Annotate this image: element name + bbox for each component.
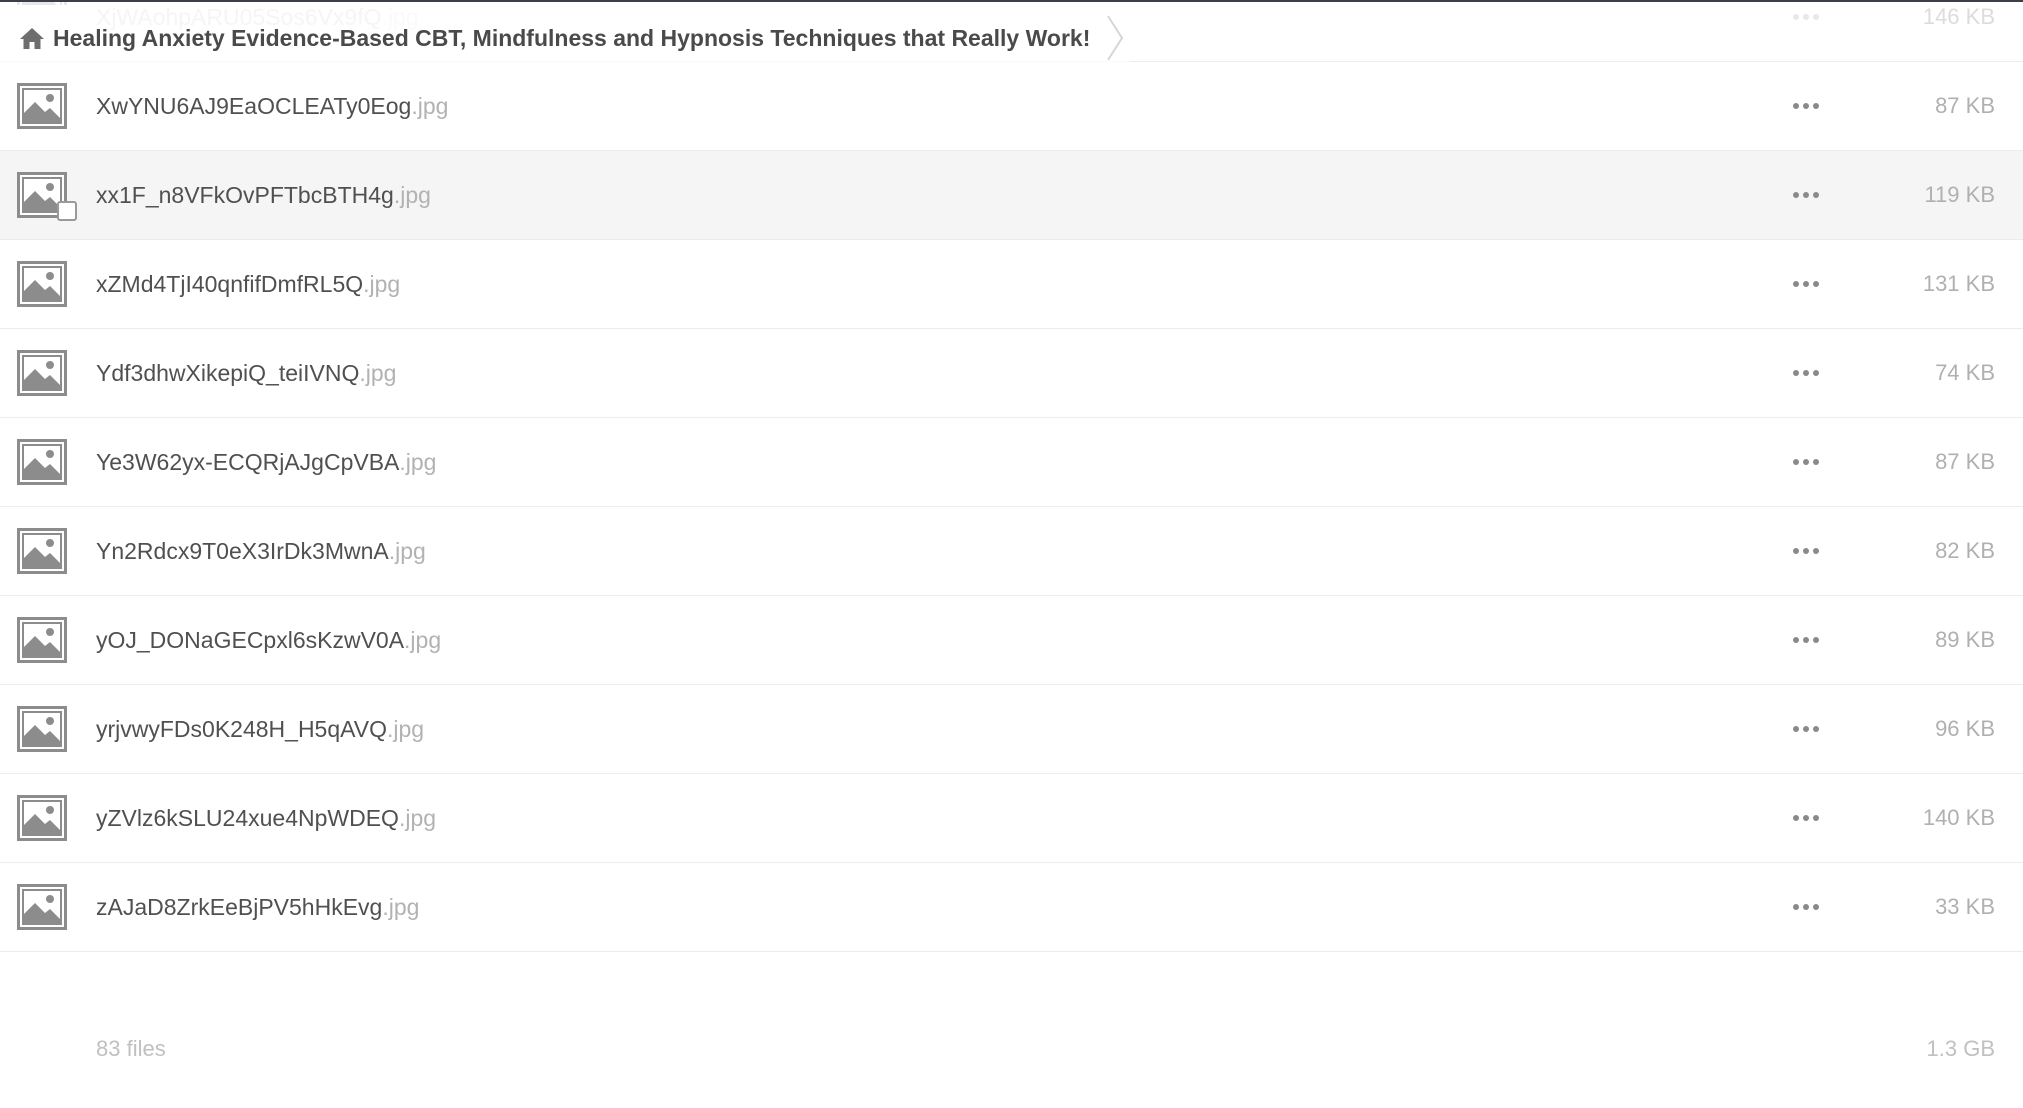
file-extension: .jpg bbox=[399, 449, 437, 475]
file-row[interactable]: XwYNU6AJ9EaOCLEATy0Eog.jpg 87 KB bbox=[0, 62, 2023, 151]
image-file-icon bbox=[17, 350, 67, 396]
image-file-icon bbox=[17, 439, 67, 485]
file-extension: .jpg bbox=[411, 93, 449, 119]
file-name[interactable]: yZVlz6kSLU24xue4NpWDEQ.jpg bbox=[96, 774, 436, 862]
file-size: 33 KB bbox=[1935, 894, 1995, 919]
file-extension: .jpg bbox=[393, 182, 431, 208]
list-summary: 83 files 1.3 GB bbox=[0, 1000, 2023, 1108]
file-size: 146 KB bbox=[1922, 4, 1995, 29]
file-list: XjWAohpARU05Sos6Vx9fQ.jpg146 KBXwYNU6AJ9… bbox=[0, 0, 2023, 952]
file-name-base: Ydf3dhwXikepiQ_teiIVNQ bbox=[96, 360, 360, 386]
image-file-icon bbox=[17, 706, 67, 752]
file-extension: .jpg bbox=[363, 271, 401, 297]
file-name[interactable]: Ydf3dhwXikepiQ_teiIVNQ.jpg bbox=[96, 329, 396, 417]
file-name-base: zAJaD8ZrkEeBjPV5hHkEvg bbox=[96, 894, 383, 920]
more-options-icon[interactable] bbox=[1788, 863, 1824, 951]
file-name-base: yZVlz6kSLU24xue4NpWDEQ bbox=[96, 805, 399, 831]
more-options-icon[interactable] bbox=[1788, 0, 1824, 61]
file-name-base: yOJ_DONaGECpxl6sKzwV0A bbox=[96, 627, 405, 653]
image-file-icon bbox=[17, 83, 67, 129]
file-size: 87 KB bbox=[1935, 449, 1995, 474]
file-extension: .jpg bbox=[387, 716, 425, 742]
file-size: 82 KB bbox=[1935, 538, 1995, 563]
breadcrumb-item-folder[interactable]: Healing Anxiety Evidence-Based CBT, Mind… bbox=[0, 2, 1131, 74]
file-name-base: xx1F_n8VFkOvPFTbcBTH4g bbox=[96, 182, 394, 208]
file-row[interactable]: Ye3W62yx-ECQRjAJgCpVBA.jpg 87 KB bbox=[0, 418, 2023, 507]
file-extension: .jpg bbox=[382, 894, 420, 920]
image-file-icon bbox=[17, 617, 67, 663]
file-row[interactable]: yOJ_DONaGECpxl6sKzwV0A.jpg 89 KB bbox=[0, 596, 2023, 685]
file-name[interactable]: zAJaD8ZrkEeBjPV5hHkEvg.jpg bbox=[96, 863, 419, 951]
image-file-icon bbox=[17, 795, 67, 841]
file-name-base: xZMd4TjI40qnfifDmfRL5Q bbox=[96, 271, 364, 297]
more-options-icon[interactable] bbox=[1788, 596, 1824, 684]
breadcrumb-title[interactable]: Healing Anxiety Evidence-Based CBT, Mind… bbox=[53, 25, 1090, 52]
more-options-icon[interactable] bbox=[1788, 62, 1824, 150]
file-size: 140 KB bbox=[1922, 805, 1995, 830]
more-options-icon[interactable] bbox=[1788, 418, 1824, 506]
total-size: 1.3 GB bbox=[1926, 1036, 1995, 1061]
file-name[interactable]: yrjvwyFDs0K248H_H5qAVQ.jpg bbox=[96, 685, 424, 773]
file-size: 89 KB bbox=[1935, 627, 1995, 652]
file-count: 83 files bbox=[96, 1036, 166, 1061]
file-name-base: Ye3W62yx-ECQRjAJgCpVBA bbox=[96, 449, 400, 475]
more-options-icon[interactable] bbox=[1788, 685, 1824, 773]
chevron-right-icon bbox=[1107, 15, 1124, 61]
file-name[interactable]: yOJ_DONaGECpxl6sKzwV0A.jpg bbox=[96, 596, 441, 684]
file-size: 96 KB bbox=[1935, 716, 1995, 741]
file-size: 131 KB bbox=[1922, 271, 1995, 296]
file-row[interactable]: Yn2Rdcx9T0eX3IrDk3MwnA.jpg 82 KB bbox=[0, 507, 2023, 596]
file-name-base: XwYNU6AJ9EaOCLEATy0Eog bbox=[96, 93, 412, 119]
file-name[interactable]: Ye3W62yx-ECQRjAJgCpVBA.jpg bbox=[96, 418, 436, 506]
file-name[interactable]: xZMd4TjI40qnfifDmfRL5Q.jpg bbox=[96, 240, 400, 328]
file-extension: .jpg bbox=[388, 538, 426, 564]
more-options-icon[interactable] bbox=[1788, 329, 1824, 417]
home-icon[interactable] bbox=[18, 24, 46, 52]
file-row[interactable]: zAJaD8ZrkEeBjPV5hHkEvg.jpg 33 KB bbox=[0, 863, 2023, 952]
file-row[interactable]: yrjvwyFDs0K248H_H5qAVQ.jpg 96 KB bbox=[0, 685, 2023, 774]
top-border bbox=[0, 0, 2023, 2]
file-row[interactable]: yZVlz6kSLU24xue4NpWDEQ.jpg 140 KB bbox=[0, 774, 2023, 863]
file-row[interactable]: xx1F_n8VFkOvPFTbcBTH4g.jpg 119 KB bbox=[0, 151, 2023, 240]
more-options-icon[interactable] bbox=[1788, 507, 1824, 595]
more-options-icon[interactable] bbox=[1788, 774, 1824, 862]
breadcrumb: Healing Anxiety Evidence-Based CBT, Mind… bbox=[0, 2, 1131, 74]
file-extension: .jpg bbox=[359, 360, 397, 386]
image-file-icon bbox=[17, 261, 67, 307]
select-checkbox[interactable] bbox=[57, 201, 77, 221]
file-name-base: yrjvwyFDs0K248H_H5qAVQ bbox=[96, 716, 388, 742]
file-row[interactable]: Ydf3dhwXikepiQ_teiIVNQ.jpg 74 KB bbox=[0, 329, 2023, 418]
file-size: 119 KB bbox=[1924, 182, 1995, 207]
file-extension: .jpg bbox=[404, 627, 442, 653]
file-extension: .jpg bbox=[398, 805, 437, 831]
more-options-icon[interactable] bbox=[1788, 151, 1824, 239]
file-name[interactable]: Yn2Rdcx9T0eX3IrDk3MwnA.jpg bbox=[96, 507, 426, 595]
file-size: 74 KB bbox=[1935, 360, 1995, 385]
file-name[interactable]: XwYNU6AJ9EaOCLEATy0Eog.jpg bbox=[96, 62, 448, 150]
more-options-icon[interactable] bbox=[1788, 240, 1824, 328]
file-row[interactable]: xZMd4TjI40qnfifDmfRL5Q.jpg 131 KB bbox=[0, 240, 2023, 329]
image-file-icon bbox=[17, 884, 67, 930]
image-file-icon bbox=[17, 528, 67, 574]
file-name-base: Yn2Rdcx9T0eX3IrDk3MwnA bbox=[96, 538, 389, 564]
file-name[interactable]: xx1F_n8VFkOvPFTbcBTH4g.jpg bbox=[96, 151, 431, 239]
file-size: 87 KB bbox=[1935, 93, 1995, 118]
